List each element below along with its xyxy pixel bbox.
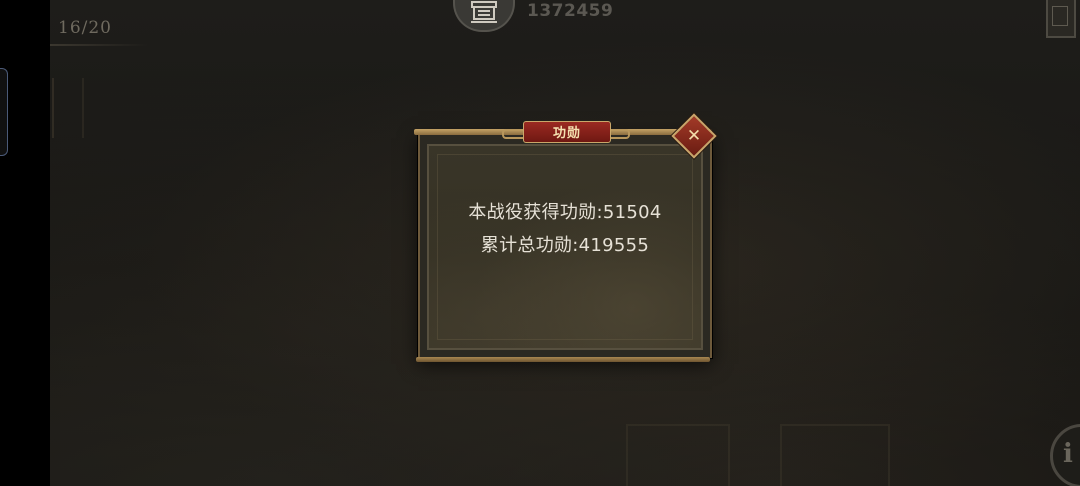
wave-counter: 16/20 — [58, 18, 112, 38]
scene-building — [780, 424, 890, 486]
total-merit-text: 累计总功勋:419555 — [480, 235, 650, 256]
title-plaque: 功勋 — [523, 121, 611, 143]
battle-merit-text: 本战役获得功勋:51504 — [468, 202, 662, 223]
scene-building — [626, 424, 730, 486]
close-icon: ✕ — [686, 126, 702, 146]
side-panel-handle[interactable] — [0, 68, 8, 156]
merit-dialog: 功勋 ✕ 本战役获得功勋:51504 累计总功勋:419555 — [414, 113, 717, 362]
dialog-title: 功勋 — [552, 126, 581, 141]
emblem-glyph — [471, 1, 497, 23]
wave-counter-underline — [50, 44, 148, 46]
scene-left-ornament — [52, 78, 84, 138]
game-screen: 16/20 1372459 i 功勋 ✕ 本战役获得功勋:51504 累计总功勋… — [0, 0, 1080, 486]
dialog-bottom-trim — [416, 357, 710, 362]
info-icon: i — [1063, 439, 1073, 469]
battle-score: 1372459 — [527, 1, 614, 21]
dialog-title-tab: 功勋 — [502, 121, 630, 143]
corner-menu-button[interactable] — [1046, 0, 1076, 38]
menu-icon — [1052, 6, 1068, 26]
